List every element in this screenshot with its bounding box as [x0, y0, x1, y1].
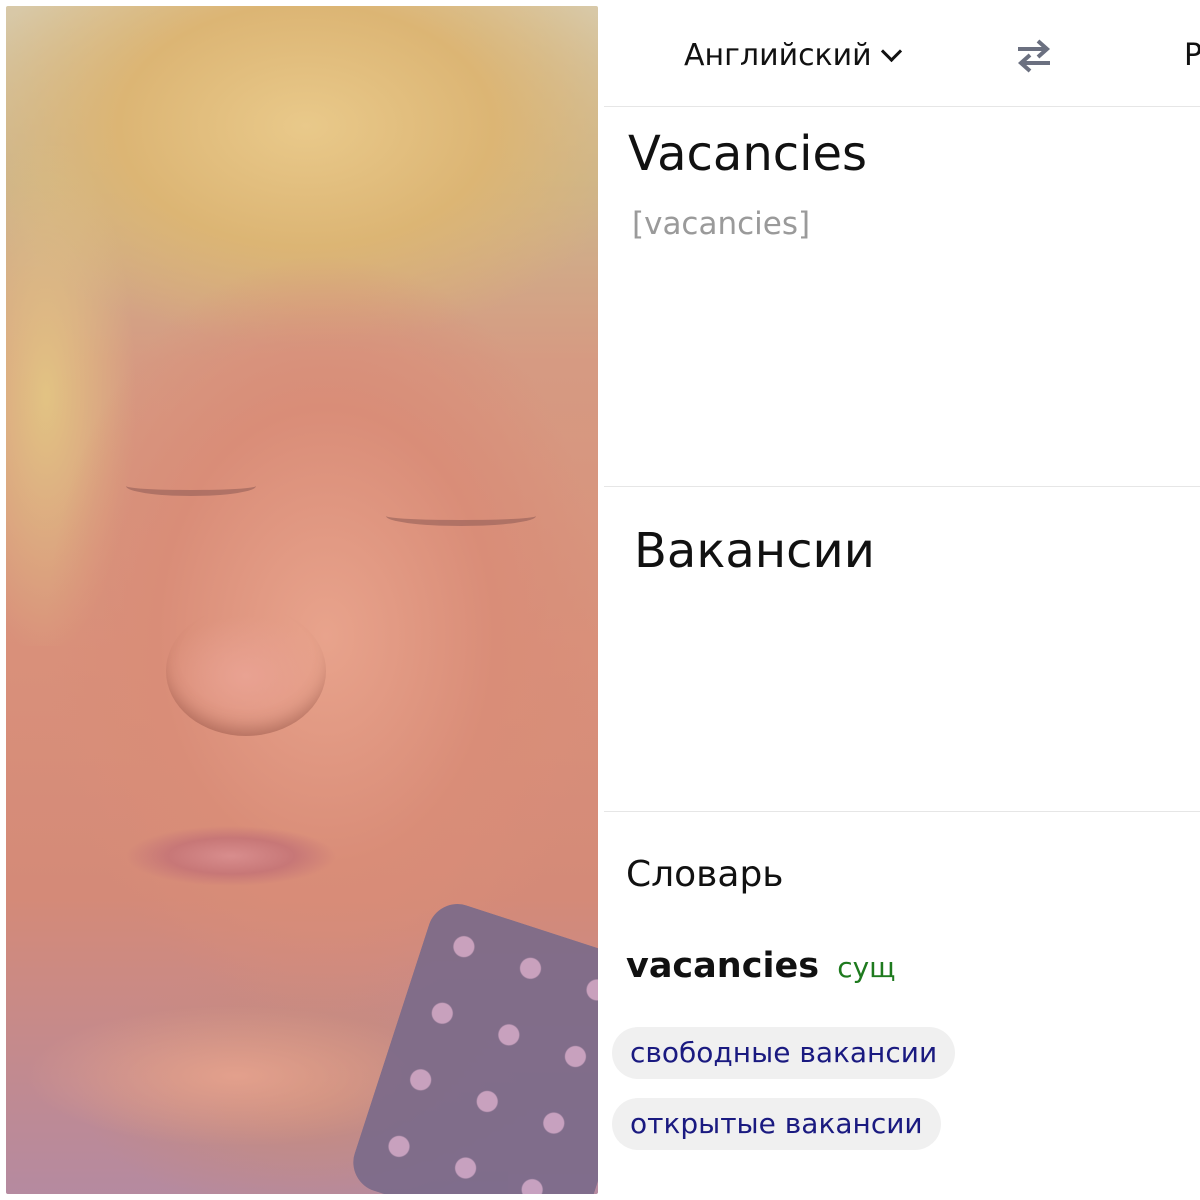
transcription: [vacancies] [632, 206, 811, 242]
dictionary-word: vacancies [626, 946, 820, 986]
photo-nose [166, 606, 326, 736]
chevron-down-icon [880, 40, 902, 63]
translation-text: Вакансии [634, 523, 875, 579]
source-text-area[interactable]: Vacancies [vacancies] [604, 106, 1200, 487]
swap-languages-button[interactable] [1014, 38, 1054, 74]
dictionary-entry: vacancies сущ [626, 946, 896, 986]
dictionary-title: Словарь [626, 854, 784, 895]
source-text: Vacancies [628, 126, 868, 182]
photo-mouth [126, 821, 336, 891]
photo-eye-left [126, 476, 256, 496]
translation-area: Вакансии [604, 487, 1200, 812]
source-language-label: Английский [684, 38, 872, 73]
source-language-selector[interactable]: Английский [684, 38, 902, 73]
swap-arrows-icon [1017, 39, 1051, 73]
reaction-photo [6, 6, 598, 1194]
target-language-label: Р [1184, 38, 1200, 73]
suggestion-chip[interactable]: свободные вакансии [612, 1027, 956, 1079]
translator-panel: Английский Р Vacancies [vacancies] Вакан… [604, 6, 1200, 1194]
part-of-speech-badge: сущ [837, 951, 896, 984]
suggestion-chip[interactable]: открытые вакансии [612, 1098, 941, 1150]
photo-eye-right [386, 506, 536, 526]
language-bar: Английский Р [604, 6, 1200, 107]
target-language-selector[interactable]: Р [1184, 38, 1200, 73]
